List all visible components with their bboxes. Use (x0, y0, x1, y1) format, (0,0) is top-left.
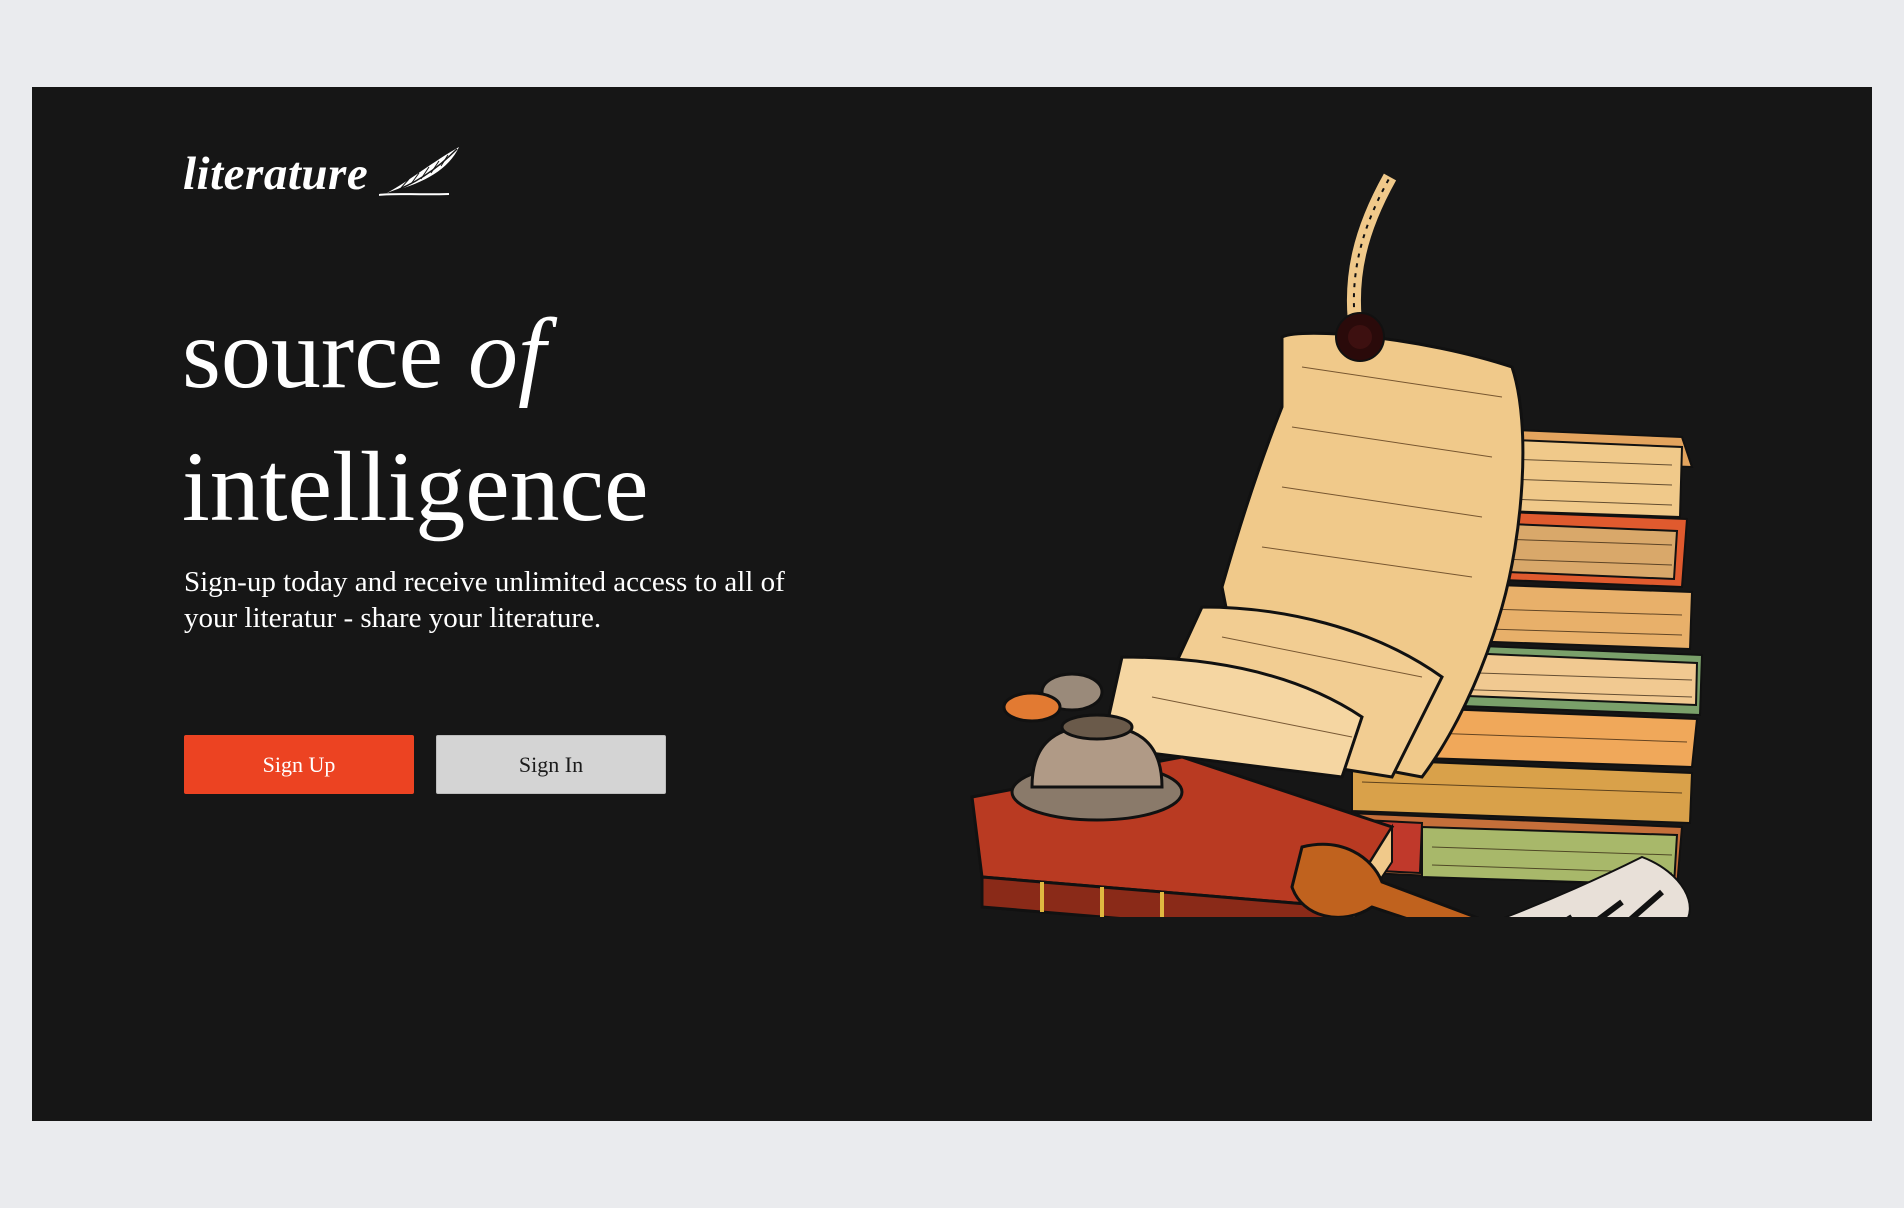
sign-up-button[interactable]: Sign Up (184, 735, 414, 794)
quill-feather-icon (379, 147, 459, 196)
hero-subtitle: Sign-up today and receive unlimited acce… (184, 566, 785, 634)
headline-intelligence: intelligence (182, 431, 649, 542)
sign-in-button[interactable]: Sign In (436, 735, 666, 794)
hero-headline: source of intelligence (182, 287, 648, 553)
brand-logo[interactable]: literature (183, 139, 483, 211)
headline-source: source (182, 298, 468, 409)
hero-card: literature source of intelligence Sign-up… (32, 87, 1872, 1121)
headline-of: of (468, 298, 546, 409)
brand-name: literature (183, 148, 369, 200)
books-scroll-inkwell-illustration (970, 173, 1704, 917)
